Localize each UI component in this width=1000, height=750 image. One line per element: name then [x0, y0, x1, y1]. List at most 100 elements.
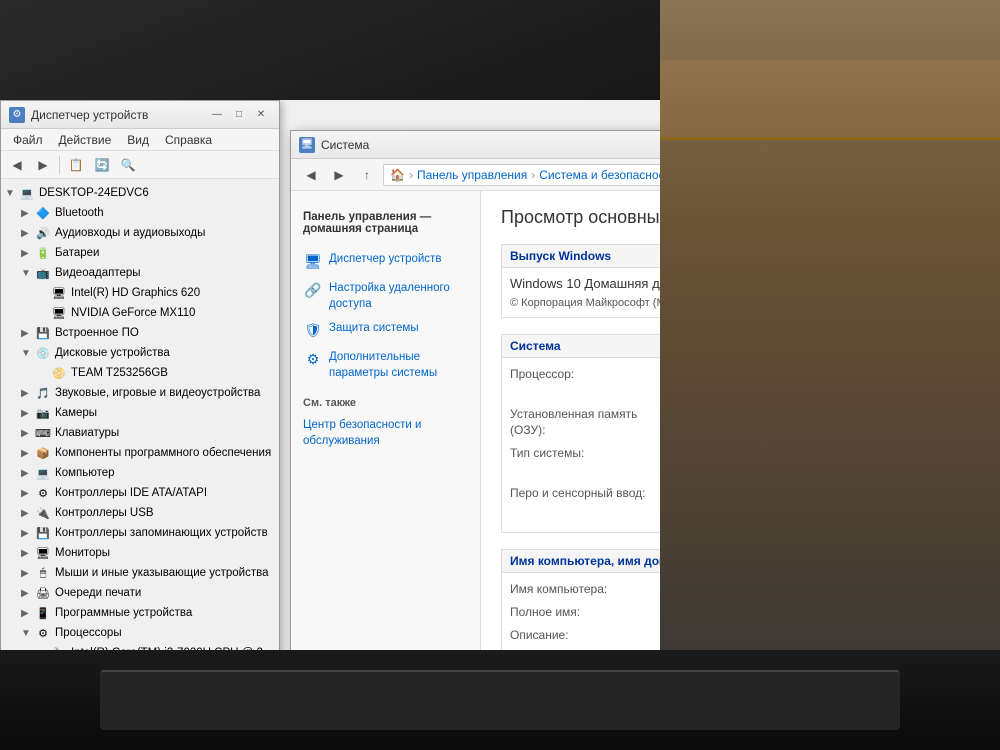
tree-item[interactable]: 🖥Intel(R) HD Graphics 620 — [1, 283, 279, 303]
titlebar-controls: — □ ✕ — [207, 107, 271, 123]
sidebar-protection-link[interactable]: 🛡 Защита системы — [291, 316, 480, 345]
tree-item[interactable]: ▶🔷Bluetooth — [1, 203, 279, 223]
breadcrumb[interactable]: 🏠 › Панель управления › Система и безопа… — [383, 164, 660, 186]
expand-icon: ▼ — [21, 268, 35, 279]
sidebar-devmgr-link[interactable]: 🖥 Диспетчер устройств — [291, 247, 480, 276]
item-label: Процессоры — [55, 627, 275, 639]
minimize-button[interactable]: — — [207, 107, 227, 123]
item-label: Bluetooth — [55, 207, 275, 219]
menu-view[interactable]: Вид — [119, 131, 157, 149]
tree-item[interactable]: ▼💻DESKTOP-24EDVC6 — [1, 183, 279, 203]
titlebar-left: ⚙ Диспетчер устройств — [9, 107, 148, 123]
computer-name-row: Имя компьютера: DESKTOP-24EDVC6 — [510, 581, 660, 598]
page-heading: Просмотр основных сведений о вашем компь… — [501, 207, 660, 228]
up-nav-button[interactable]: ↑ — [355, 164, 379, 186]
item-icon: ⚙ — [35, 626, 51, 640]
item-label: Контроллеры запоминающих устройств — [55, 527, 275, 539]
device-tree[interactable]: ▼💻DESKTOP-24EDVC6 ▶ 🔷 Bluetooth ▶🔊Аудиовходы… — [1, 179, 279, 669]
item-icon: 🔌 — [35, 506, 51, 520]
tree-item[interactable]: ▼⚙Процессоры — [1, 623, 279, 643]
item-label: Встроенное ПО — [55, 327, 275, 339]
computer-name-header: Имя компьютера, имя домена и параметры р… — [502, 550, 660, 573]
tree-item[interactable]: ▶📱Программные устройства — [1, 603, 279, 623]
scan-button[interactable]: 🔍 — [116, 154, 140, 176]
item-label: Компоненты программного обеспечения — [55, 447, 275, 459]
tree-item[interactable]: ▶🖨Очереди печати — [1, 583, 279, 603]
devmgr-menubar: Файл Действие Вид Справка — [1, 129, 279, 151]
tree-item[interactable]: ▶🖱Мыши и иные указывающие устройства — [1, 563, 279, 583]
breadcrumb-security[interactable]: Система и безопасность — [539, 168, 660, 182]
sidebar-security-center-link[interactable]: Центр безопасности и обслуживания — [291, 413, 480, 453]
advanced-link-icon: ⚙ — [303, 350, 323, 370]
item-icon: 🔷 — [35, 206, 51, 220]
menu-action[interactable]: Действие — [51, 131, 120, 149]
desc-row: Описание: — [510, 627, 660, 644]
sidebar-advanced-link[interactable]: ⚙ Дополнительные параметры системы — [291, 345, 480, 385]
sysinfo-title: Система — [321, 138, 369, 152]
item-icon: 📀 — [51, 366, 67, 380]
toolbar-sep — [59, 156, 60, 174]
item-icon: 💻 — [35, 466, 51, 480]
tree-item[interactable]: ▶🔋 Батареи — [1, 243, 279, 263]
expand-icon: ▶ — [21, 588, 35, 599]
sidebar-remote-link[interactable]: 🔗 Настройка удаленного доступа — [291, 276, 480, 316]
device-manager-window: ⚙ Диспетчер устройств — □ ✕ Файл Действи… — [0, 100, 280, 670]
expand-icon: ▼ — [21, 348, 35, 359]
item-label: Камеры — [55, 407, 275, 419]
forward-nav-button[interactable]: ▶ — [327, 164, 351, 186]
tree-item[interactable]: 📀TEAM T253256GB — [1, 363, 279, 383]
expand-icon: ▼ — [5, 188, 19, 199]
expand-icon: ▶ — [21, 408, 35, 419]
devmgr-title: Диспетчер устройств — [31, 108, 148, 122]
item-icon: 🔋 — [35, 246, 51, 260]
tree-item[interactable]: 🖥NVIDIA GeForce MX110 — [1, 303, 279, 323]
menu-file[interactable]: Файл — [5, 131, 51, 149]
expand-icon: ▶ — [21, 448, 35, 459]
tree-item[interactable]: ▶📦Компоненты программного обеспечения — [1, 443, 279, 463]
tree-item[interactable]: ▶📷Камеры — [1, 403, 279, 423]
breadcrumb-cp[interactable]: Панель управления — [417, 168, 527, 182]
sidebar-devmgr-label: Диспетчер устройств — [329, 251, 441, 267]
tree-item[interactable]: ▶💾Контроллеры запоминающих устройств — [1, 523, 279, 543]
back-button[interactable]: ◀ — [5, 154, 29, 176]
item-label: Аудиовходы и аудиовыходы — [55, 227, 275, 239]
pen-row: Перо и сенсорный ввод: Перо и сенсорный … — [510, 485, 660, 519]
tree-item[interactable]: ▶⌨ Клавиатуры — [1, 423, 279, 443]
tree-item[interactable]: ▶🖥Мониторы — [1, 543, 279, 563]
tree-item[interactable]: ▼📺Видеоадаптеры — [1, 263, 279, 283]
back-nav-button[interactable]: ◀ — [299, 164, 323, 186]
close-button[interactable]: ✕ — [251, 107, 271, 123]
sidebar-protection-label: Защита системы — [329, 320, 419, 336]
maximize-button[interactable]: □ — [229, 107, 249, 123]
item-icon: ⌨ — [35, 426, 51, 440]
expand-icon: ▶ — [21, 568, 35, 579]
expand-icon: ▶ — [21, 428, 35, 439]
tree-item[interactable]: ▼💿Дисковые устройства — [1, 343, 279, 363]
expand-icon: ▶ — [21, 608, 35, 619]
tree-item[interactable]: ▶🎵Звуковые, игровые и видеоустройства — [1, 383, 279, 403]
tree-item[interactable]: ▶💻Компьютер — [1, 463, 279, 483]
menu-help[interactable]: Справка — [157, 131, 220, 149]
item-icon: 💻 — [19, 186, 35, 200]
forward-button[interactable]: ▶ — [31, 154, 55, 176]
tree-item[interactable]: ▶🔌Контроллеры USB — [1, 503, 279, 523]
devmgr-toolbar: ◀ ▶ 📋 🔄 🔍 — [1, 151, 279, 179]
expand-icon: ▶ — [21, 248, 35, 259]
fullname-label: Полное имя: — [510, 604, 660, 621]
tree-item[interactable]: ▶💾Встроенное ПО — [1, 323, 279, 343]
item-label: Дисковые устройства — [55, 347, 275, 359]
properties-button[interactable]: 📋 — [64, 154, 88, 176]
expand-icon: ▶ — [21, 388, 35, 399]
expand-icon: ▶ — [21, 528, 35, 539]
tree-item[interactable]: ▶🔊Аудиовходы и аудиовыходы — [1, 223, 279, 243]
item-label: Intel(R) HD Graphics 620 — [71, 287, 275, 299]
type-label: Тип системы: — [510, 445, 660, 479]
item-label: Клавиатуры — [55, 427, 275, 439]
update-button[interactable]: 🔄 — [90, 154, 114, 176]
item-label: Видеоадаптеры — [55, 267, 275, 279]
sidebar-security-label: Центр безопасности и обслуживания — [303, 417, 468, 449]
tree-item[interactable]: ▶⚙Контроллеры IDE ATA/ATAPI — [1, 483, 279, 503]
system-info-window: 🖥 Система — □ ✕ ◀ ▶ ↑ 🏠 › Панель управле… — [290, 130, 660, 720]
sidebar-advanced-label: Дополнительные параметры системы — [329, 349, 468, 381]
item-label: Батареи — [55, 247, 275, 259]
